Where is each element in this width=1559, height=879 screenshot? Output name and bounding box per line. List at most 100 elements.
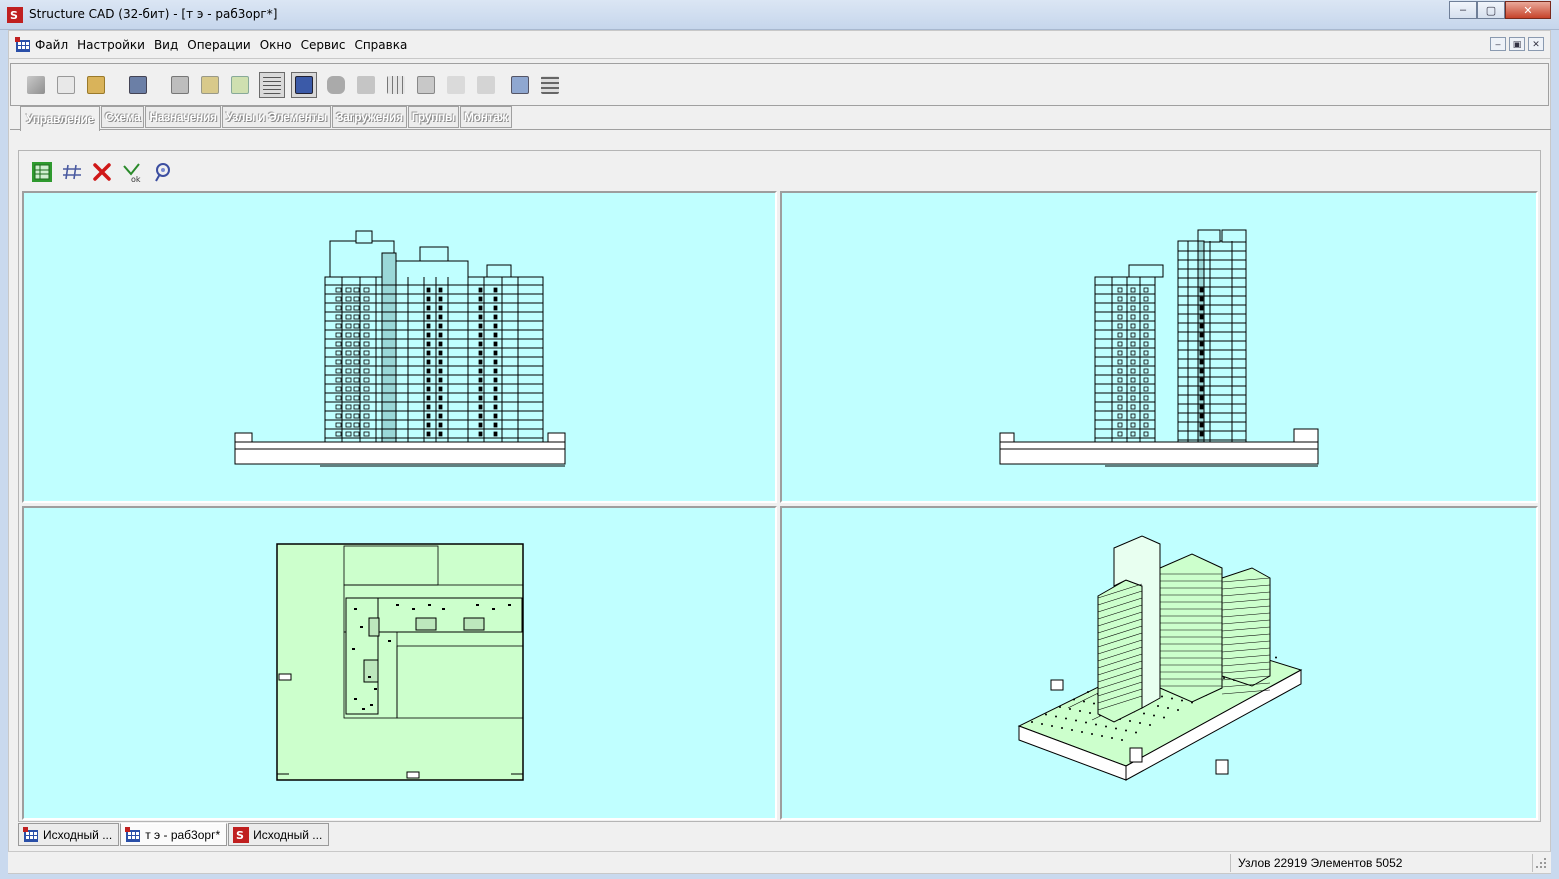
open-folder-icon[interactable] (83, 72, 109, 98)
iso-dot (1167, 707, 1169, 709)
graph-icon[interactable] (443, 72, 469, 98)
iso-dot (1055, 715, 1057, 718)
window-mark (478, 404, 483, 410)
window-mark (426, 350, 431, 356)
iso-dot (1157, 705, 1159, 707)
svg-text:S: S (236, 829, 244, 842)
title-bar[interactable]: S Structure CAD (32-бит) - [т э - раб3ор… (0, 0, 1559, 30)
window-mark (478, 305, 483, 311)
tree-icon[interactable] (197, 72, 223, 98)
save-icon[interactable] (125, 72, 151, 98)
window-mark (478, 350, 483, 356)
menu-view[interactable]: Вид (154, 38, 178, 52)
window-mark (426, 359, 431, 365)
side-view-viewport[interactable] (780, 191, 1538, 503)
window-mark (426, 341, 431, 347)
mdi-minimize-button[interactable]: ‒ (1490, 37, 1506, 51)
iso-dot (1095, 723, 1097, 726)
grid-view-icon[interactable] (259, 72, 285, 98)
window-mark (478, 422, 483, 428)
analysis-icon[interactable] (473, 72, 499, 98)
export-icon[interactable] (23, 72, 49, 98)
mdi-close-button[interactable]: ✕ (1528, 37, 1544, 51)
delete-icon[interactable] (90, 160, 114, 184)
iso-dot (1177, 709, 1179, 711)
scad-doc-icon[interactable] (15, 37, 31, 53)
window-mark (1199, 305, 1204, 311)
plan-mark (374, 688, 377, 690)
iso-dot (1111, 737, 1113, 739)
window-mark (478, 287, 483, 293)
window-mark (493, 296, 498, 302)
window-mark (493, 368, 498, 374)
menu-window[interactable]: Окно (260, 38, 292, 52)
front-elevation-drawing (234, 230, 566, 467)
ok-icon[interactable]: ok (120, 160, 144, 184)
tab-assignments[interactable]: Назначения (145, 106, 221, 128)
new-file-icon[interactable] (53, 72, 79, 98)
window-mark (426, 314, 431, 320)
report-icon[interactable] (537, 72, 563, 98)
satellite-icon[interactable] (150, 160, 174, 184)
window-mark (438, 341, 443, 347)
menu-file[interactable]: Файл (35, 38, 68, 52)
tab-management[interactable]: Управление (20, 106, 100, 131)
resize-grip-icon[interactable] (1535, 856, 1547, 870)
window-mark (1199, 404, 1204, 410)
table-view-icon[interactable] (30, 160, 54, 184)
tab-groups[interactable]: Группы (407, 106, 459, 128)
menu-settings[interactable]: Настройки (77, 38, 145, 52)
doc-tab-current[interactable]: т э - раб3орг* (120, 823, 228, 846)
tab-nodes-elements[interactable]: Узлы и Элементы (221, 106, 331, 128)
window-mark (438, 332, 443, 338)
doc-tab-source-1[interactable]: Исходный ... (18, 823, 120, 846)
iso-dot (1275, 656, 1277, 659)
print-icon[interactable] (167, 72, 193, 98)
iso-dot (1087, 691, 1089, 693)
iso-dot (1093, 702, 1095, 705)
window-mark (1199, 350, 1204, 356)
lines-icon[interactable] (60, 160, 84, 184)
scheme-edit-icon[interactable] (227, 72, 253, 98)
window-mark (1199, 386, 1204, 392)
iso-dot (1031, 721, 1033, 723)
calculator-icon[interactable] (291, 72, 317, 98)
window-mark (426, 332, 431, 338)
iso-dot (1115, 727, 1117, 730)
iso-dot (1101, 735, 1103, 737)
menu-help[interactable]: Справка (354, 38, 407, 52)
iso-dot (1069, 708, 1071, 710)
table-icon[interactable] (383, 72, 409, 98)
window-mark (426, 287, 431, 293)
window-mark (493, 395, 498, 401)
window-mark (438, 395, 443, 401)
tab-assembly[interactable]: Монтаж (459, 106, 512, 128)
menu-operations[interactable]: Операции (187, 38, 250, 52)
design-icon[interactable] (507, 72, 533, 98)
window-mark (426, 368, 431, 374)
window-mark (1199, 431, 1204, 437)
iso-dot (1105, 725, 1107, 728)
close-button[interactable]: ✕ (1505, 1, 1551, 19)
window-mark (1199, 314, 1204, 320)
docs-icon[interactable] (413, 72, 439, 98)
camera-icon[interactable] (323, 72, 349, 98)
window-mark (493, 413, 498, 419)
plan-view-viewport[interactable] (22, 506, 777, 820)
results-icon[interactable] (353, 72, 379, 98)
window-mark (478, 296, 483, 302)
menu-service[interactable]: Сервис (301, 38, 346, 52)
iso-dot (1153, 714, 1155, 717)
mdi-restore-button[interactable]: ▣ (1509, 37, 1525, 51)
window-mark (478, 314, 483, 320)
doc-tab-source-2[interactable]: S Исходный ... (228, 823, 330, 846)
tab-scheme[interactable]: Схема (100, 106, 145, 128)
window-mark (426, 296, 431, 302)
front-view-viewport[interactable] (22, 191, 777, 503)
minimize-button[interactable]: ‒ (1449, 1, 1477, 19)
window-mark (478, 359, 483, 365)
isometric-view-viewport[interactable] (780, 506, 1538, 820)
maximize-button[interactable]: ▢ (1477, 1, 1505, 19)
tab-loads[interactable]: Загружения (331, 106, 407, 128)
window-mark (478, 368, 483, 374)
